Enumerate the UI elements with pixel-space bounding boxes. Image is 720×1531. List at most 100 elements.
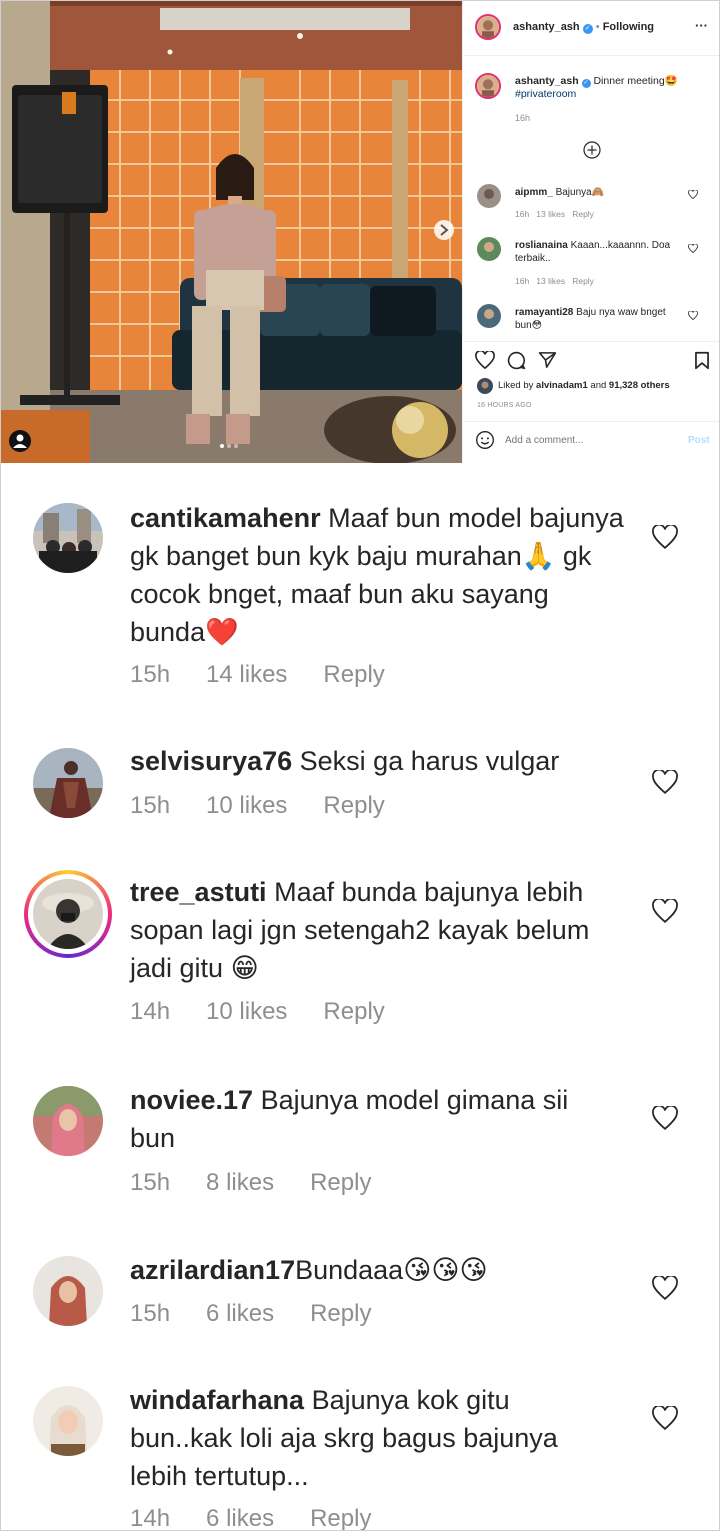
comment-likes[interactable]: 14 likes — [206, 661, 287, 689]
comment-body: tree_astuti Maaf bunda bajunya lebih sop… — [130, 873, 630, 987]
reply-button[interactable]: Reply — [310, 1505, 371, 1531]
carousel-next-icon[interactable] — [433, 220, 455, 242]
comment-time: 15h — [130, 1169, 171, 1196]
avatar[interactable] — [33, 1256, 103, 1326]
reply-button[interactable]: Reply — [310, 1300, 371, 1328]
panel-comment-2-meta: 16h 13 likes Reply — [515, 276, 594, 286]
tagged-users-icon[interactable] — [9, 430, 31, 452]
comment-avatar[interactable] — [477, 184, 501, 208]
more-options-icon[interactable]: ··· — [695, 18, 708, 33]
save-bookmark-icon[interactable] — [694, 351, 710, 370]
heart-icon[interactable] — [688, 311, 698, 320]
follow-status[interactable]: Following — [603, 21, 654, 33]
heart-icon[interactable] — [652, 1106, 678, 1130]
comment-avatar[interactable] — [477, 304, 501, 328]
add-comment-input[interactable] — [505, 432, 675, 449]
avatar[interactable] — [33, 1086, 103, 1156]
share-paper-plane-icon[interactable] — [538, 351, 557, 369]
post-comment-button[interactable]: Post — [688, 435, 710, 446]
avatar[interactable] — [33, 503, 103, 573]
caption-username[interactable]: ashanty_ash — [515, 75, 579, 87]
comment-username[interactable]: azrilardian17 — [130, 1255, 295, 1285]
panel-comment-2: roslianaina Kaaan...kaaannn. Doa terbaik… — [515, 239, 685, 265]
caption-emoji: 🤩 — [664, 75, 678, 87]
comment-meta: 14h 6 likes Reply — [130, 1505, 407, 1531]
caption-time: 16h — [515, 113, 531, 123]
heart-icon[interactable] — [652, 1406, 678, 1430]
comment-likes[interactable]: 10 likes — [206, 792, 287, 820]
heart-icon[interactable] — [652, 899, 678, 923]
comment-time: 15h — [130, 1300, 171, 1327]
comment-likes[interactable]: 8 likes — [206, 1169, 274, 1197]
comment-likes[interactable]: 13 likes — [536, 276, 565, 286]
caption: ashanty_ash ✓ Dinner meeting🤩 #privatero… — [515, 75, 711, 101]
caption-avatar[interactable] — [475, 73, 501, 99]
panel-comment-1-meta: 16h 13 likes Reply — [515, 209, 594, 219]
reply-button[interactable]: Reply — [310, 1169, 371, 1197]
reply-button[interactable]: Reply — [323, 661, 384, 689]
comment-body: cantikamahenr Maaf bun model bajunya gk … — [130, 499, 630, 651]
comment-username[interactable]: cantikamahenr — [130, 503, 321, 533]
liked-by-prefix: Liked by — [498, 380, 534, 391]
avatar[interactable] — [33, 748, 103, 818]
post-header: ashanty_ash ✓ • Following — [513, 21, 655, 34]
comment-username[interactable]: ramayanti28 — [515, 307, 573, 318]
liker-avatar[interactable] — [477, 378, 493, 394]
comment-text: Bajunya🙈 — [555, 187, 605, 198]
author-avatar[interactable] — [475, 14, 501, 40]
comment-body: azrilardian17Bundaaa😘😘😘 — [130, 1251, 630, 1289]
comment-time: 15h — [130, 792, 171, 819]
comment-likes[interactable]: 13 likes — [536, 209, 565, 219]
reply-button[interactable]: Reply — [323, 792, 384, 820]
panel-comment-1: aipmm_ Bajunya🙈 — [515, 186, 685, 199]
emoji-picker-icon[interactable] — [475, 430, 495, 450]
reply-button[interactable]: Reply — [572, 209, 594, 219]
comment-body: noviee.17 Bajunya model gimana sii bun — [130, 1081, 610, 1157]
caption-hashtag[interactable]: #privateroom — [515, 88, 576, 100]
liked-by-count[interactable]: 91,328 others — [609, 380, 670, 391]
like-heart-icon[interactable] — [475, 351, 495, 369]
comment-likes[interactable]: 6 likes — [206, 1505, 274, 1531]
author-username[interactable]: ashanty_ash — [513, 21, 580, 33]
liked-by: Liked by alvinadam1 and 91,328 others — [498, 380, 670, 391]
comment-avatar[interactable] — [477, 237, 501, 261]
comment-meta: 15h 6 likes Reply — [130, 1300, 407, 1328]
liked-by-user[interactable]: alvinadam1 — [536, 380, 588, 391]
heart-icon[interactable] — [652, 770, 678, 794]
avatar[interactable] — [33, 1386, 103, 1456]
comment-body: selvisurya76 Seksi ga harus vulgar — [130, 742, 630, 780]
heart-icon[interactable] — [652, 525, 678, 549]
post-photo[interactable] — [0, 0, 462, 463]
photo-illustration — [0, 0, 462, 463]
comment-meta: 15h 8 likes Reply — [130, 1169, 407, 1197]
comment-text: Bundaaa😘😘😘 — [295, 1255, 488, 1285]
comment-meta: 14h 10 likes Reply — [130, 998, 421, 1026]
liked-by-and: and — [590, 380, 607, 391]
plus-circle-icon[interactable] — [583, 141, 601, 159]
heart-icon[interactable] — [688, 190, 698, 199]
instagram-post: ashanty_ash ✓ • Following ··· ashanty_as… — [0, 0, 720, 463]
divider — [463, 421, 720, 422]
comment-time: 16h — [515, 276, 530, 286]
comment-username[interactable]: aipmm_ — [515, 187, 553, 198]
comment-username[interactable]: windafarhana — [130, 1385, 304, 1415]
post-timestamp: 16 HOURS AGO — [477, 402, 532, 409]
comment-text: Seksi ga harus vulgar — [299, 746, 560, 776]
comment-likes[interactable]: 10 likes — [206, 998, 287, 1026]
comment-time: 16h — [515, 209, 530, 219]
comment-username[interactable]: roslianaina — [515, 240, 568, 251]
panel-comment-3: ramayanti28 Baju nya waw bnget bun😳 — [515, 306, 685, 332]
comment-time: 14h — [130, 1505, 171, 1531]
comment-likes[interactable]: 6 likes — [206, 1300, 274, 1328]
reply-button[interactable]: Reply — [572, 276, 594, 286]
heart-icon[interactable] — [688, 244, 698, 253]
reply-button[interactable]: Reply — [323, 998, 384, 1026]
comment-bubble-icon[interactable] — [507, 351, 526, 370]
comment-username[interactable]: noviee.17 — [130, 1085, 253, 1115]
comment-meta: 15h 14 likes Reply — [130, 661, 421, 689]
heart-icon[interactable] — [652, 1276, 678, 1300]
divider — [463, 341, 720, 342]
comment-username[interactable]: selvisurya76 — [130, 746, 292, 776]
comment-username[interactable]: tree_astuti — [130, 877, 267, 907]
avatar[interactable] — [33, 879, 103, 949]
